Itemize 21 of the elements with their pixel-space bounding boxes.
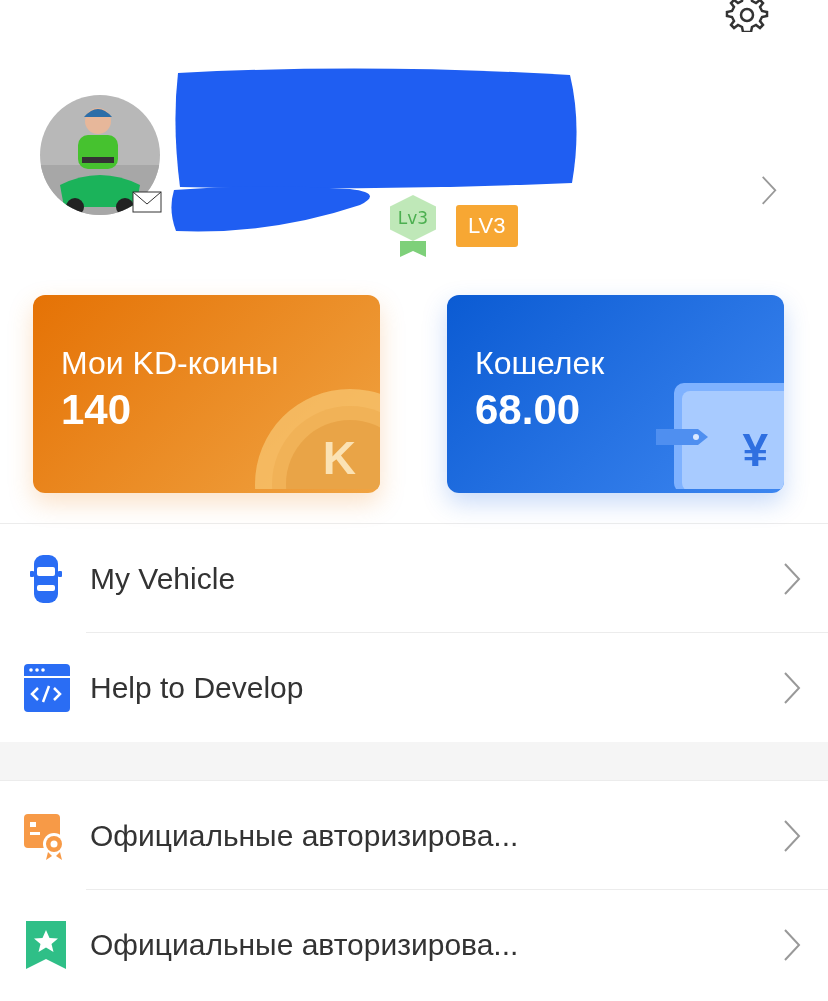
level-tag: LV3 <box>456 205 518 247</box>
card-value: 68.00 <box>475 386 582 434</box>
mail-icon <box>132 191 162 213</box>
menu-item[interactable]: My Vehicle <box>0 524 828 633</box>
chevron-right-icon <box>782 670 802 705</box>
code-window-icon <box>22 661 70 714</box>
card-title: Кошелек <box>475 345 606 382</box>
level-medal: Lv3 <box>390 195 436 241</box>
chevron-right-icon <box>782 561 802 596</box>
menu-item[interactable]: Help to Develop <box>0 633 828 742</box>
currency-symbol: K <box>322 431 356 485</box>
currency-symbol: ¥ <box>742 423 768 477</box>
menu-item[interactable]: Официальные авторизирова... <box>0 890 828 999</box>
chevron-right-icon <box>760 175 778 206</box>
wallet-card[interactable]: ¥ Кошелек 68.00 <box>447 295 784 493</box>
card-value: 140 <box>61 386 133 434</box>
menu-item[interactable]: Официальные авторизирова... <box>0 781 828 890</box>
settings-icon[interactable] <box>724 0 770 32</box>
card-title: Мои KD-коины <box>61 345 280 382</box>
chevron-right-icon <box>782 818 802 853</box>
chevron-right-icon <box>782 927 802 962</box>
